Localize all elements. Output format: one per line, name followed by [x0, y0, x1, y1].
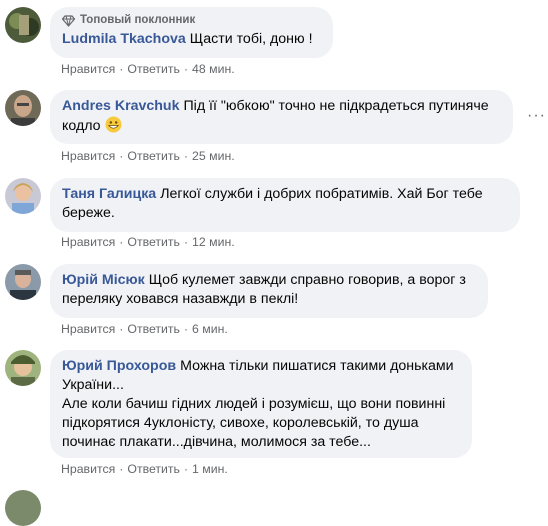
timestamp[interactable]: 48 мин. — [192, 62, 235, 76]
timestamp[interactable]: 1 мин. — [192, 462, 228, 476]
comment-actions: Нравится · Ответить · 1 мин. — [61, 461, 228, 477]
timestamp[interactable]: 12 мин. — [192, 235, 235, 249]
like-link[interactable]: Нравится — [61, 235, 115, 249]
reply-link[interactable]: Ответить — [127, 62, 180, 76]
like-link[interactable]: Нравится — [61, 322, 115, 336]
avatar[interactable] — [5, 264, 41, 300]
separator: · — [119, 235, 124, 249]
author-name[interactable]: Ludmila Tkachova — [62, 31, 186, 47]
avatar[interactable] — [5, 90, 41, 126]
comment-bubble: Таня Галицка Легкої служби і добрих побра… — [50, 178, 520, 232]
separator: · — [183, 149, 189, 163]
badge-label: Топовый поклонник — [80, 14, 196, 26]
separator: · — [183, 62, 189, 76]
separator: · — [183, 322, 189, 336]
separator: · — [183, 235, 189, 249]
timestamp[interactable]: 25 мин. — [192, 149, 235, 163]
separator: · — [119, 62, 124, 76]
comment-actions: Нравится · Ответить · 48 мин. — [61, 61, 235, 77]
separator: · — [119, 149, 124, 163]
avatar[interactable] — [5, 350, 41, 386]
reply-link[interactable]: Ответить — [127, 149, 180, 163]
avatar[interactable] — [5, 178, 41, 214]
comment-text-continuation: Але коли бачиш гідних людей і розумієш, … — [62, 396, 446, 450]
like-link[interactable]: Нравится — [61, 462, 115, 476]
comment-bubble: Юрий Прохоров Можна тільки пишатися таким… — [50, 350, 472, 458]
timestamp[interactable]: 6 мин. — [192, 322, 228, 336]
reply-link[interactable]: Ответить — [127, 462, 180, 476]
author-name[interactable]: Юрий Прохоров — [62, 358, 176, 374]
comment-bubble: Топовый поклонник Ludmila Tkachova Щасти … — [50, 7, 333, 58]
avatar[interactable] — [5, 490, 41, 526]
grinning-face-icon — [105, 116, 122, 133]
reply-link[interactable]: Ответить — [127, 322, 180, 336]
separator: · — [119, 462, 124, 476]
more-options-icon[interactable]: ··· — [527, 108, 546, 124]
top-fan-badge: Топовый поклонник — [62, 13, 321, 28]
comment-bubble: Юрій Місюк Щоб кулемет завжди справно гов… — [50, 264, 488, 318]
comment-actions: Нравится · Ответить · 12 мин. — [61, 234, 235, 250]
author-name[interactable]: Юрій Місюк — [62, 272, 145, 288]
comment-actions: Нравится · Ответить · 6 мин. — [61, 321, 228, 337]
reply-link[interactable]: Ответить — [127, 235, 180, 249]
gem-icon — [62, 14, 75, 27]
comment-text: Щасти тобі, доню ! — [189, 31, 313, 47]
author-name[interactable]: Andres Kravchuk — [62, 98, 179, 114]
avatar[interactable] — [5, 7, 41, 43]
separator: · — [119, 322, 124, 336]
like-link[interactable]: Нравится — [61, 149, 115, 163]
author-name[interactable]: Таня Галицка — [62, 186, 156, 202]
comment-bubble: Andres Kravchuk Під її "юбкою" точно не п… — [50, 90, 513, 144]
like-link[interactable]: Нравится — [61, 62, 115, 76]
comment-actions: Нравится · Ответить · 25 мин. — [61, 148, 235, 164]
separator: · — [183, 462, 189, 476]
